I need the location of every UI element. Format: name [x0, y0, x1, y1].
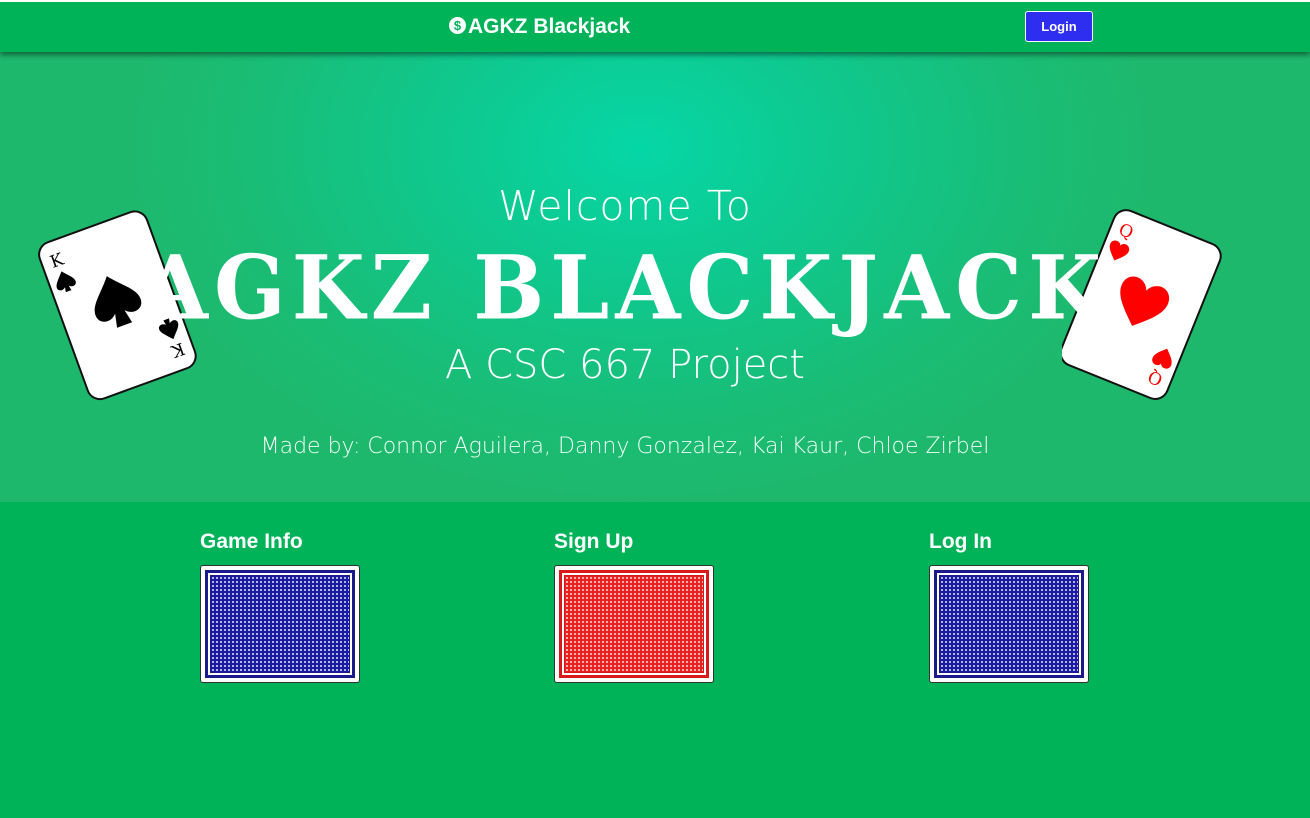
hero-title: AGKZ BLACKJACK [142, 235, 1108, 340]
option-log-in: Log In [929, 530, 1089, 683]
hero-subtitle: A CSC 667 Project [445, 342, 805, 388]
brand-title: AGKZ Blackjack [468, 15, 631, 38]
card-back-pattern [939, 575, 1079, 673]
login-button[interactable]: Login [1025, 11, 1093, 42]
dollar-coin-icon: $ [449, 16, 466, 34]
option-label: Game Info [200, 530, 303, 553]
hero-banner: K K Q Q Welcome To AGKZ BLACKJACK A CSC … [0, 52, 1310, 502]
credits-text: Made by: Connor Aguilera, Danny Gonzalez… [260, 434, 990, 459]
game-info-card-button[interactable] [200, 565, 360, 683]
option-sign-up: Sign Up [554, 530, 714, 683]
card-back-pattern [210, 575, 350, 673]
card-back-pattern [564, 575, 704, 673]
welcome-heading: Welcome To [498, 182, 752, 230]
log-in-card-button[interactable] [929, 565, 1089, 683]
option-label: Sign Up [554, 530, 634, 553]
option-label: Log In [929, 530, 992, 553]
option-game-info: Game Info [200, 530, 360, 683]
brand[interactable]: $ AGKZ Blackjack [449, 15, 630, 39]
sign-up-card-button[interactable] [554, 565, 714, 683]
top-navbar: $ AGKZ Blackjack Login [0, 0, 1310, 52]
